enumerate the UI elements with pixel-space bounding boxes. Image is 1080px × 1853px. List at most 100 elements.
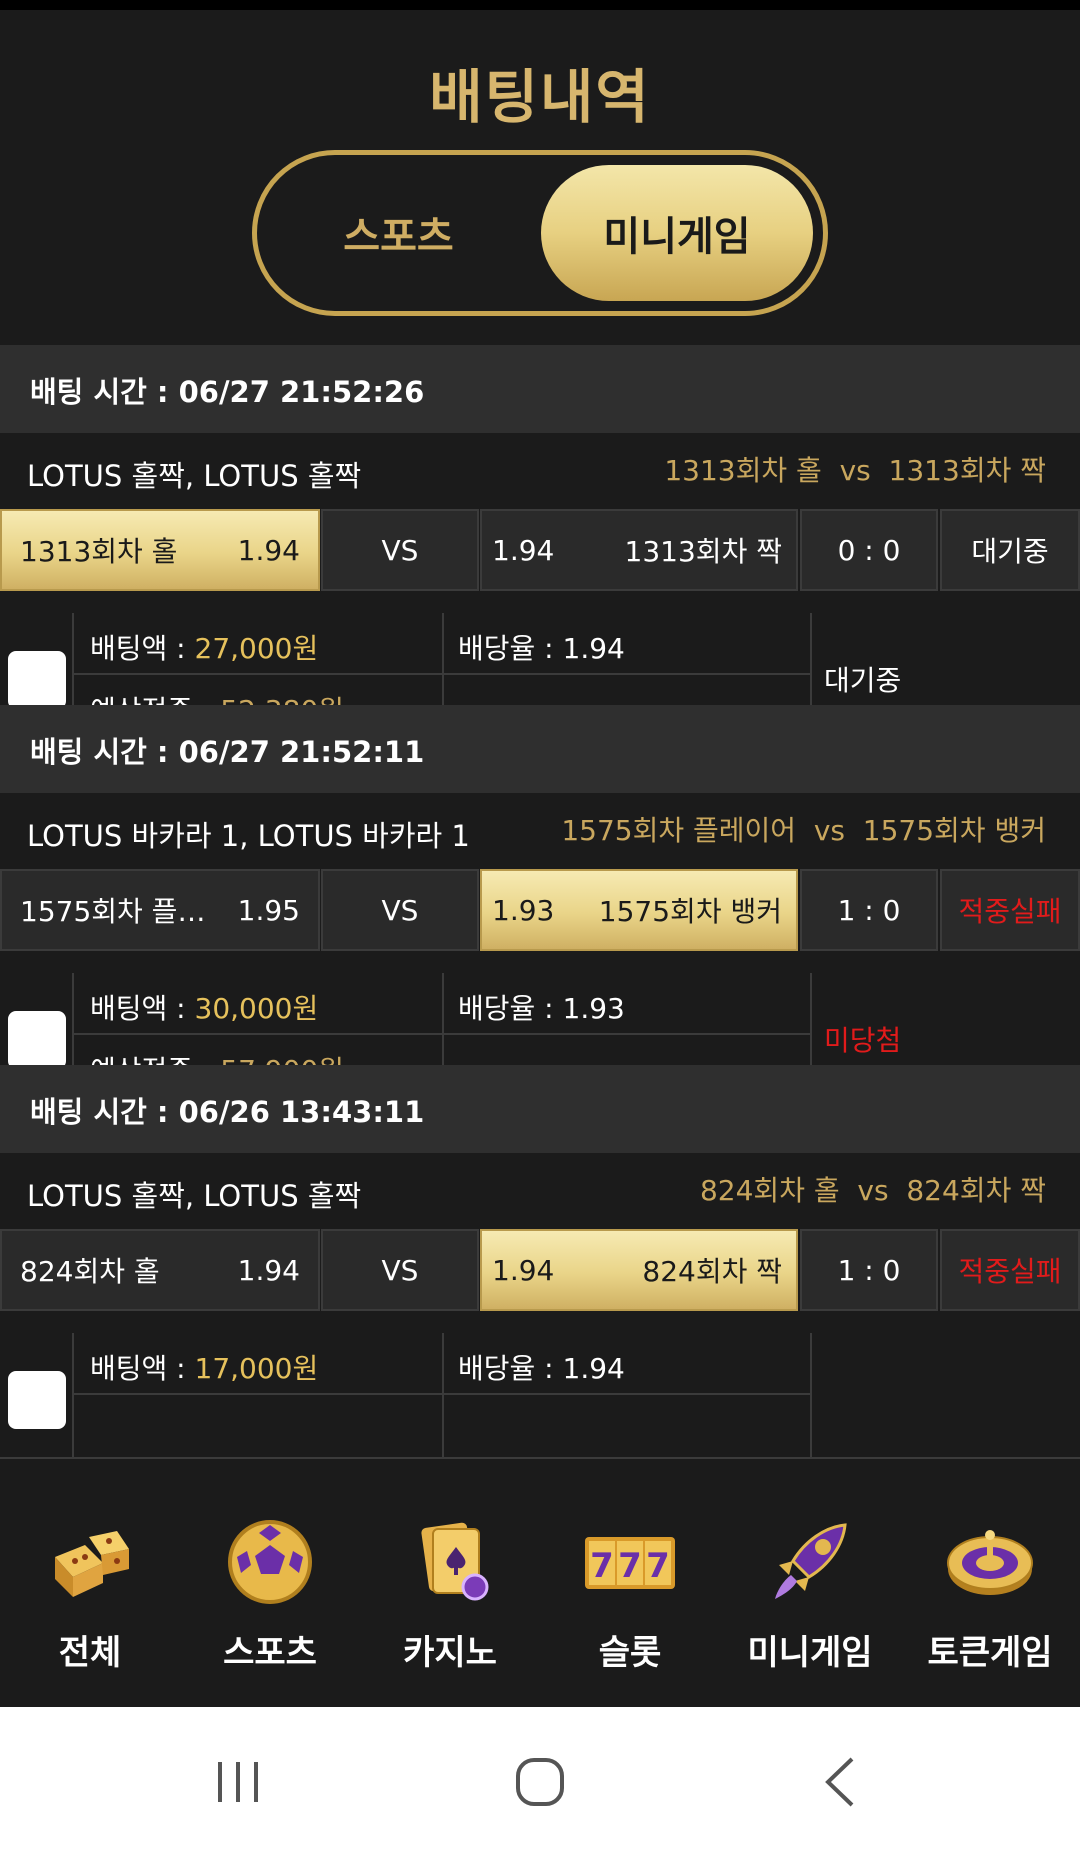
result-text: 대기중 bbox=[971, 535, 1049, 568]
score-cell: 0 : 0 bbox=[800, 509, 938, 591]
roulette-icon bbox=[947, 1530, 1033, 1595]
nav-label: 슬롯 bbox=[598, 1633, 662, 1673]
away-pick-cell[interactable]: 1.93 1575회차 뱅커 bbox=[480, 869, 798, 951]
divider bbox=[0, 1457, 1080, 1459]
nav-item-all[interactable]: 전체 bbox=[0, 1497, 180, 1707]
odds-value: 1.93 bbox=[562, 992, 625, 1025]
bet-amount-row: 배팅액 : 27,000원 bbox=[90, 627, 318, 667]
nav-label: 토큰게임 bbox=[927, 1633, 1053, 1673]
score-cell: 1 : 0 bbox=[800, 1229, 938, 1311]
back-icon[interactable] bbox=[800, 1747, 880, 1817]
result-cell: 적중실패 bbox=[940, 1229, 1080, 1311]
divider bbox=[442, 1333, 444, 1457]
bet-amount-value: 30,000원 bbox=[194, 992, 319, 1025]
bet-select-checkbox[interactable] bbox=[8, 651, 66, 709]
nav-item-slot[interactable]: 7 7 7 슬롯 bbox=[540, 1497, 720, 1707]
divider bbox=[74, 673, 810, 675]
bet-amount-value: 17,000원 bbox=[194, 1352, 319, 1385]
bet-status: 대기중 bbox=[824, 664, 902, 697]
away-odds: 1.93 bbox=[492, 893, 555, 927]
away-odds: 1.94 bbox=[492, 533, 555, 567]
bet-summary: 배팅액 : 17,000원 배당율 : 1.94 bbox=[0, 1333, 1080, 1465]
nav-item-sports[interactable]: 스포츠 bbox=[180, 1497, 360, 1707]
bet-amount-label: 배팅액 : bbox=[90, 992, 195, 1025]
bet-status: 미당첨 bbox=[824, 1024, 902, 1057]
page-header: 배팅내역 스포츠 미니게임 bbox=[0, 10, 1080, 345]
bet-amount-label: 배팅액 : bbox=[90, 632, 195, 665]
home-odds: 1.95 bbox=[237, 893, 300, 927]
nav-item-token-game[interactable]: 토큰게임 bbox=[900, 1497, 1080, 1707]
bet-select-checkbox[interactable] bbox=[8, 1371, 66, 1429]
bet-pick-row: 824회차 홀 1.94 VS 1.94 824회차 짝 1 : 0 적중실패 bbox=[0, 1229, 1080, 1311]
rocket-icon bbox=[775, 1523, 847, 1599]
svg-text:7: 7 bbox=[646, 1546, 670, 1586]
home-pick-name: 1313회차 홀 bbox=[20, 535, 178, 568]
odds-value: 1.94 bbox=[562, 632, 625, 665]
vs-label: VS bbox=[381, 1253, 419, 1287]
vs-cell: VS bbox=[321, 1229, 479, 1311]
matchup-summary: 1575회차 플레이어 vs 1575회차 뱅커 bbox=[561, 814, 1046, 847]
home-odds: 1.94 bbox=[237, 1253, 300, 1287]
score: 0 : 0 bbox=[837, 533, 901, 567]
divider bbox=[810, 1333, 812, 1457]
divider bbox=[74, 1393, 810, 1395]
bet-amount-value: 27,000원 bbox=[194, 632, 319, 665]
recent-apps-icon[interactable] bbox=[198, 1747, 278, 1817]
odds-row: 배당율 : 1.94 bbox=[458, 1347, 625, 1387]
home-pick-cell[interactable]: 1575회차 플레… 1.95 bbox=[0, 869, 320, 951]
away-pick-cell[interactable]: 1.94 824회차 짝 bbox=[480, 1229, 798, 1311]
odds-label: 배당율 : bbox=[458, 632, 563, 665]
odds-row: 배당율 : 1.93 bbox=[458, 987, 625, 1027]
vs-label: VS bbox=[381, 893, 419, 927]
nav-label: 미니게임 bbox=[747, 1633, 873, 1673]
away-pick-name: 1313회차 짝 bbox=[624, 535, 782, 568]
tab-sports[interactable]: 스포츠 bbox=[257, 155, 540, 311]
bet-time-bar: 배팅 시간 : 06/27 21:52:26 bbox=[0, 345, 1080, 433]
bet-card: 배팅 시간 : 06/27 21:52:26 LOTUS 홀짝, LOTUS 홀… bbox=[0, 345, 1080, 745]
game-name: LOTUS 홀짝, LOTUS 홀짝 bbox=[27, 1179, 362, 1213]
tab-minigame[interactable]: 미니게임 bbox=[541, 165, 813, 301]
bet-pick-row: 1575회차 플레… 1.95 VS 1.93 1575회차 뱅커 1 : 0 … bbox=[0, 869, 1080, 951]
home-odds: 1.94 bbox=[237, 533, 300, 567]
home-icon[interactable] bbox=[500, 1747, 580, 1817]
bet-history-list[interactable]: 배팅 시간 : 06/27 21:52:26 LOTUS 홀짝, LOTUS 홀… bbox=[0, 345, 1080, 1497]
bet-pick-row: 1313회차 홀 1.94 VS 1.94 1313회차 짝 0 : 0 대기중 bbox=[0, 509, 1080, 591]
status-bar bbox=[0, 0, 1080, 10]
home-pick-cell[interactable]: 824회차 홀 1.94 bbox=[0, 1229, 320, 1311]
home-pick-name: 1575회차 플레… bbox=[20, 895, 220, 928]
bet-card: 배팅 시간 : 06/27 21:52:11 LOTUS 바카라 1, LOTU… bbox=[0, 705, 1080, 1105]
matchup-summary: 1313회차 홀 vs 1313회차 짝 bbox=[664, 454, 1046, 487]
nav-item-casino[interactable]: 카지노 bbox=[360, 1497, 540, 1707]
nav-label: 전체 bbox=[58, 1633, 122, 1673]
away-pick-name: 1575회차 뱅커 bbox=[598, 895, 782, 928]
score: 1 : 0 bbox=[837, 893, 901, 927]
svg-text:7: 7 bbox=[590, 1546, 614, 1586]
game-name: LOTUS 홀짝, LOTUS 홀짝 bbox=[27, 459, 362, 493]
category-tab-switch: 스포츠 미니게임 bbox=[252, 150, 828, 316]
away-pick-cell[interactable]: 1.94 1313회차 짝 bbox=[480, 509, 798, 591]
system-navigation-bar bbox=[0, 1707, 1080, 1853]
nav-item-minigame[interactable]: 미니게임 bbox=[720, 1497, 900, 1707]
svg-text:7: 7 bbox=[618, 1546, 642, 1586]
result-cell: 대기중 bbox=[940, 509, 1080, 591]
bet-time: 배팅 시간 : 06/27 21:52:11 bbox=[30, 735, 425, 769]
result-cell: 적중실패 bbox=[940, 869, 1080, 951]
bet-time: 배팅 시간 : 06/26 13:43:11 bbox=[30, 1095, 425, 1129]
vs-cell: VS bbox=[321, 509, 479, 591]
odds-label: 배당율 : bbox=[458, 992, 563, 1025]
home-pick-cell[interactable]: 1313회차 홀 1.94 bbox=[0, 509, 320, 591]
nav-label: 카지노 bbox=[403, 1633, 497, 1673]
away-pick-name: 824회차 짝 bbox=[642, 1255, 782, 1288]
odds-row: 배당율 : 1.94 bbox=[458, 627, 625, 667]
bet-time-bar: 배팅 시간 : 06/27 21:52:11 bbox=[0, 705, 1080, 793]
odds-value: 1.94 bbox=[562, 1352, 625, 1385]
bottom-nav: 전체 스포츠 카지노 7 7 7 슬롯 미니게임 토큰게임 bbox=[0, 1497, 1080, 1707]
odds-label: 배당율 : bbox=[458, 1352, 563, 1385]
bet-select-checkbox[interactable] bbox=[8, 1011, 66, 1069]
result-text: 적중실패 bbox=[958, 1255, 1062, 1288]
matchup-summary: 824회차 홀 vs 824회차 짝 bbox=[699, 1174, 1046, 1207]
slot-777-icon: 7 7 7 bbox=[585, 1537, 675, 1589]
result-text: 적중실패 bbox=[958, 895, 1062, 928]
away-odds: 1.94 bbox=[492, 1253, 555, 1287]
page-title: 배팅내역 bbox=[429, 63, 651, 131]
